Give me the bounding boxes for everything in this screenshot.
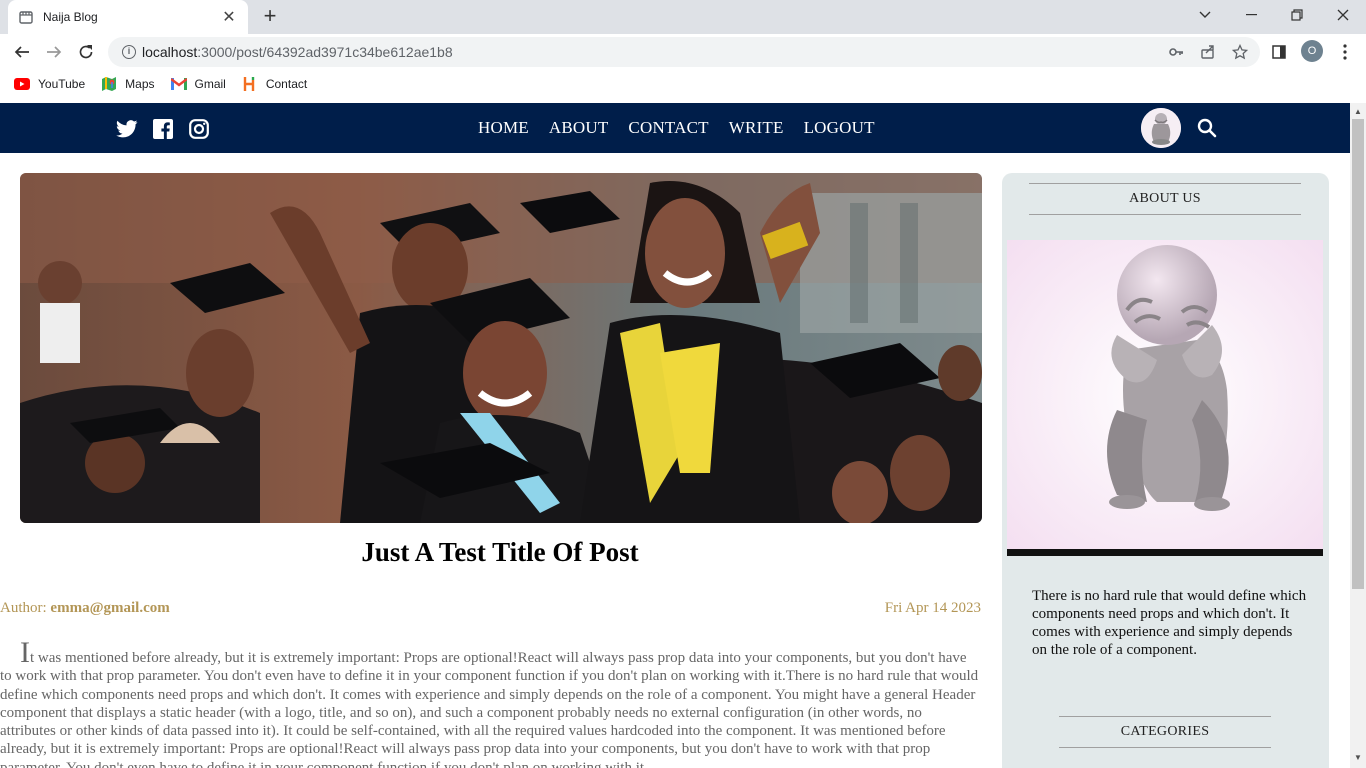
share-icon[interactable] bbox=[1200, 44, 1216, 60]
browser-tab[interactable]: Naija Blog ✕ bbox=[8, 0, 248, 34]
main-nav: HOME ABOUT CONTACT WRITE LOGOUT bbox=[478, 103, 895, 153]
page-viewport: HOME ABOUT CONTACT WRITE LOGOUT Just A T… bbox=[0, 103, 1350, 768]
nav-write[interactable]: WRITE bbox=[729, 118, 784, 138]
scroll-thumb[interactable] bbox=[1352, 119, 1364, 589]
reload-icon[interactable] bbox=[73, 39, 99, 65]
back-icon[interactable] bbox=[9, 39, 35, 65]
about-us-title: ABOUT US bbox=[1029, 183, 1301, 215]
youtube-icon bbox=[14, 76, 30, 92]
close-tab-icon[interactable]: ✕ bbox=[220, 8, 238, 26]
scroll-up-icon[interactable]: ▲ bbox=[1350, 105, 1366, 119]
about-us-text: There is no hard rule that would define … bbox=[1032, 588, 1307, 658]
bookmark-youtube[interactable]: YouTube bbox=[14, 76, 85, 92]
sidebar: ABOUT US There is no hard rule that woul… bbox=[1002, 173, 1329, 768]
site-navbar: HOME ABOUT CONTACT WRITE LOGOUT bbox=[0, 103, 1350, 153]
new-tab-icon[interactable]: + bbox=[258, 5, 282, 28]
nav-contact[interactable]: CONTACT bbox=[628, 118, 708, 138]
post-title: Just A Test Title Of Post bbox=[361, 537, 639, 567]
post-date: Fri Apr 14 2023 bbox=[884, 600, 981, 616]
gmail-icon bbox=[170, 76, 187, 92]
post-body-dropcap: I bbox=[20, 636, 30, 669]
post-body: It was mentioned before already, but it … bbox=[0, 636, 981, 768]
facebook-icon[interactable] bbox=[152, 118, 174, 140]
scroll-down-icon[interactable]: ▼ bbox=[1350, 751, 1366, 765]
user-avatar[interactable] bbox=[1141, 108, 1181, 148]
address-bar[interactable]: i localhost:3000/post/64392ad3971c34be61… bbox=[108, 37, 1260, 67]
post-body-text: t was mentioned before already, but it i… bbox=[0, 650, 979, 768]
about-us-image bbox=[1007, 240, 1323, 556]
forward-icon[interactable] bbox=[41, 39, 67, 65]
browser-toolbar: i localhost:3000/post/64392ad3971c34be61… bbox=[0, 34, 1366, 70]
url-text: localhost:3000/post/64392ad3971c34be612a… bbox=[142, 44, 453, 60]
nav-home[interactable]: HOME bbox=[478, 118, 529, 138]
site-info-icon[interactable]: i bbox=[122, 45, 136, 59]
tab-title: Naija Blog bbox=[43, 10, 98, 24]
close-window-icon[interactable] bbox=[1320, 0, 1366, 30]
restore-icon[interactable] bbox=[1274, 0, 1320, 30]
instagram-icon[interactable] bbox=[188, 118, 210, 140]
side-panel-icon[interactable] bbox=[1266, 39, 1292, 65]
twitter-icon[interactable] bbox=[116, 118, 138, 140]
profile-avatar[interactable]: O bbox=[1301, 40, 1323, 62]
bookmark-star-icon[interactable] bbox=[1232, 44, 1248, 60]
minimize-icon[interactable] bbox=[1228, 0, 1274, 30]
nav-about[interactable]: ABOUT bbox=[549, 118, 609, 138]
maps-icon bbox=[101, 76, 117, 92]
store-favicon-icon bbox=[18, 9, 34, 25]
post-author: Author: emma@gmail.com bbox=[0, 600, 170, 616]
browser-tab-bar: Naija Blog ✕ + bbox=[0, 0, 1366, 34]
menu-kebab-icon[interactable] bbox=[1332, 39, 1358, 65]
key-icon[interactable] bbox=[1168, 44, 1184, 60]
bookmarks-bar: YouTube Maps Gmail Contact bbox=[0, 70, 1366, 98]
bookmark-contact[interactable]: Contact bbox=[242, 76, 307, 92]
nav-logout[interactable]: LOGOUT bbox=[804, 118, 875, 138]
tab-search-icon[interactable] bbox=[1182, 0, 1228, 30]
post-meta: Author: emma@gmail.com Fri Apr 14 2023 bbox=[0, 600, 981, 617]
search-icon[interactable] bbox=[1197, 118, 1219, 140]
author-link[interactable]: emma@gmail.com bbox=[50, 600, 169, 616]
contact-icon bbox=[242, 76, 258, 92]
page-scrollbar[interactable]: ▲ ▼ bbox=[1350, 103, 1366, 768]
categories-title: CATEGORIES bbox=[1059, 716, 1271, 748]
bookmark-maps[interactable]: Maps bbox=[101, 76, 155, 92]
bookmark-gmail[interactable]: Gmail bbox=[170, 76, 226, 92]
post-hero-image bbox=[20, 173, 982, 523]
